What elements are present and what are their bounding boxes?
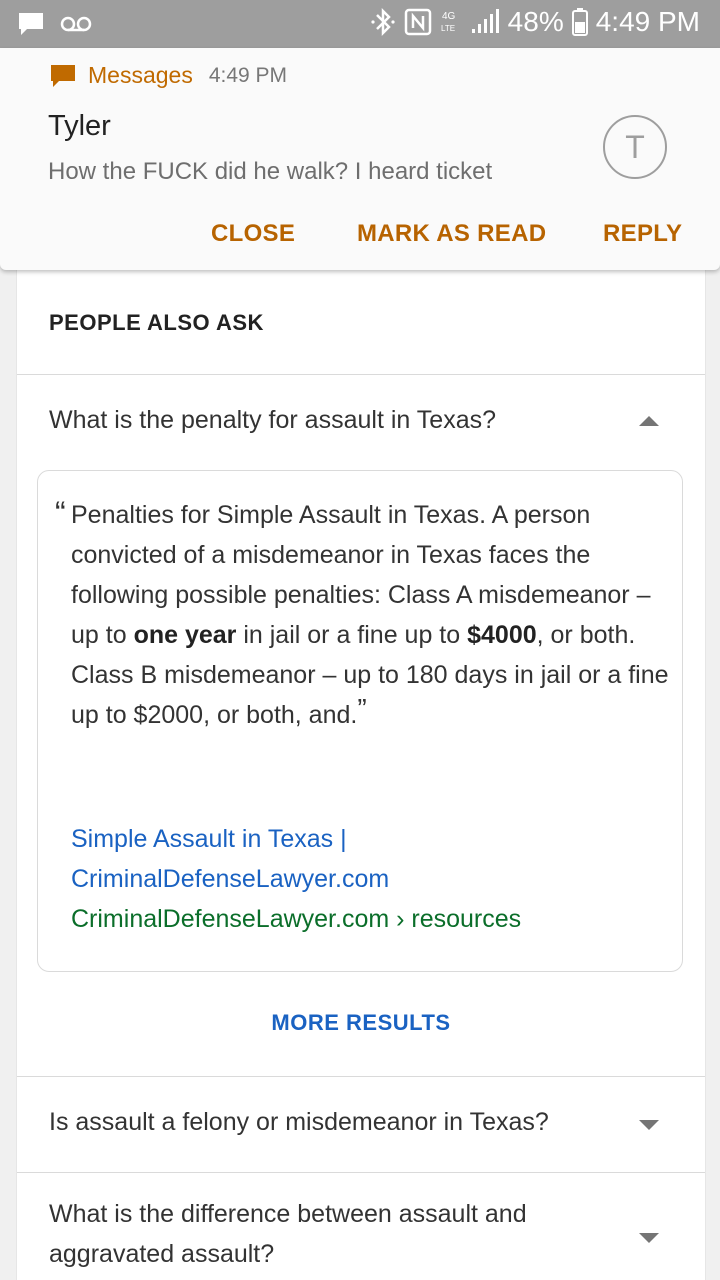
svg-text:4G: 4G <box>442 11 456 22</box>
question-3[interactable]: What is the difference between assault a… <box>49 1194 609 1274</box>
messages-app-icon <box>50 64 76 88</box>
notification-message: How the FUCK did he walk? I heard ticket <box>48 158 493 185</box>
notification-actions: CLOSE MARK AS READ REPLY <box>0 220 720 260</box>
reply-button[interactable]: REPLY <box>603 220 682 248</box>
divider <box>17 1172 705 1173</box>
more-results-button[interactable]: MORE RESULTS <box>17 1010 705 1036</box>
status-bar: 4G LTE 48% 4:49 PM <box>0 0 720 48</box>
bluetooth-icon <box>370 7 396 37</box>
notification-time: 4:49 PM <box>208 63 288 87</box>
divider <box>17 374 705 375</box>
source-link[interactable]: Simple Assault in Texas | CriminalDefens… <box>71 819 631 899</box>
answer-snippet: “Penalties for Simple Assault in Texas. … <box>55 495 669 729</box>
battery-icon <box>571 8 588 36</box>
notification-app-name: Messages <box>88 62 193 88</box>
notification-header: Messages 4:49 PM <box>50 62 287 89</box>
question-2[interactable]: Is assault a felony or misdemeanor in Te… <box>49 1102 609 1142</box>
question-1[interactable]: What is the penalty for assault in Texas… <box>49 400 609 440</box>
notification-sender: Tyler <box>48 110 111 142</box>
battery-percent: 48% <box>507 6 564 37</box>
mark-as-read-button[interactable]: MARK AS READ <box>357 220 546 248</box>
source-url: CriminalDefenseLawyer.com › resources <box>71 905 522 933</box>
signal-icon <box>470 9 500 35</box>
svg-text:LTE: LTE <box>441 24 455 33</box>
collapse-caret-icon[interactable] <box>639 416 659 426</box>
status-time: 4:49 PM <box>595 6 700 37</box>
expand-caret-icon[interactable] <box>639 1233 659 1243</box>
open-quote: “ <box>55 495 66 531</box>
people-also-ask-title: PEOPLE ALSO ASK <box>49 310 264 335</box>
close-button[interactable]: CLOSE <box>211 220 295 248</box>
message-icon <box>16 10 46 38</box>
voicemail-icon <box>60 14 92 34</box>
expand-caret-icon[interactable] <box>639 1120 659 1130</box>
nfc-icon <box>404 8 432 36</box>
close-quote: ” <box>357 693 367 724</box>
avatar-letter: T <box>625 128 645 165</box>
message-notification[interactable]: Messages 4:49 PM Tyler How the FUCK did … <box>0 48 720 270</box>
4g-lte-icon: 4G LTE <box>440 7 462 37</box>
answer-box: “Penalties for Simple Assault in Texas. … <box>37 470 683 972</box>
people-also-ask-card: PEOPLE ALSO ASK What is the penalty for … <box>16 270 706 1280</box>
avatar: T <box>603 115 667 179</box>
divider <box>17 1076 705 1077</box>
